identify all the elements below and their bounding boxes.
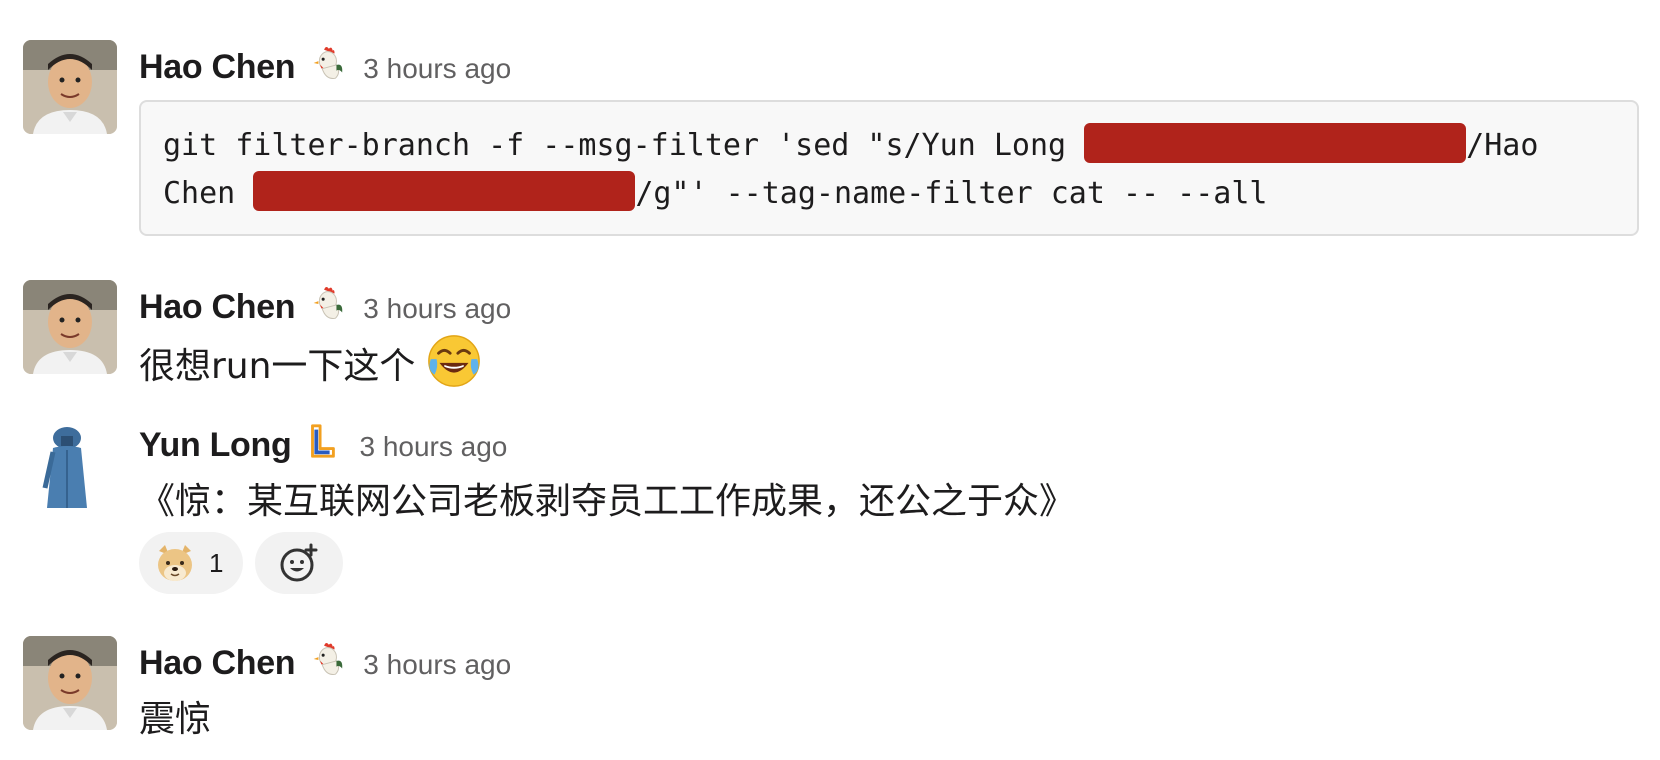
avatar-hao-chen[interactable] [23,280,117,374]
code-block: git filter-branch -f --msg-filter 'sed "… [139,100,1639,236]
message-text-content: 很想run一下这个 [139,346,416,387]
avatar-hao-chen[interactable] [23,636,117,730]
sender-name[interactable]: Hao Chen [139,288,296,327]
sender-name[interactable]: Yun Long [139,426,292,465]
doge-icon [153,541,197,585]
message-header: Yun Long 3 hours ago [139,418,507,465]
code-text: /Hao [1466,128,1539,163]
message-text: 很想run一下这个 [139,332,483,390]
person-portrait-icon [23,40,117,134]
message-text: 震惊 [139,699,212,740]
redaction-bar [253,171,636,211]
reaction-doge[interactable]: 1 [139,532,243,594]
person-portrait-icon [23,280,117,374]
message-header: Hao Chen 3 hours ago [139,40,511,87]
avatar-hao-chen[interactable] [23,40,117,134]
person-portrait-icon [23,636,117,730]
message-header: Hao Chen 3 hours ago [139,280,511,327]
add-reaction-button[interactable] [255,532,343,594]
tears-of-joy-icon [425,332,483,390]
rooster-icon [307,640,345,678]
figure-silhouette-icon [23,418,117,512]
code-text: /g"' --tag-name-filter cat -- --all [635,176,1268,211]
sender-name[interactable]: Hao Chen [139,644,296,683]
redaction-bar [1084,123,1467,163]
reaction-count: 1 [209,547,224,578]
timestamp[interactable]: 3 hours ago [363,649,511,681]
code-text: git filter-branch -f --msg-filter 'sed "… [163,128,1085,163]
rooster-icon [307,44,345,82]
rooster-icon [307,284,345,322]
letter-l-icon [303,422,341,460]
message-header: Hao Chen 3 hours ago [139,636,511,683]
message-text: 《惊：某互联网公司老板剥夺员工工作成果，还公之于众》 [139,481,1076,522]
timestamp[interactable]: 3 hours ago [363,293,511,325]
timestamp[interactable]: 3 hours ago [363,53,511,85]
add-reaction-icon [277,541,321,585]
timestamp[interactable]: 3 hours ago [359,431,507,463]
avatar-yun-long[interactable] [23,418,117,512]
reactions-bar: 1 [139,532,343,594]
code-text: Chen [163,176,254,211]
sender-name[interactable]: Hao Chen [139,48,296,87]
